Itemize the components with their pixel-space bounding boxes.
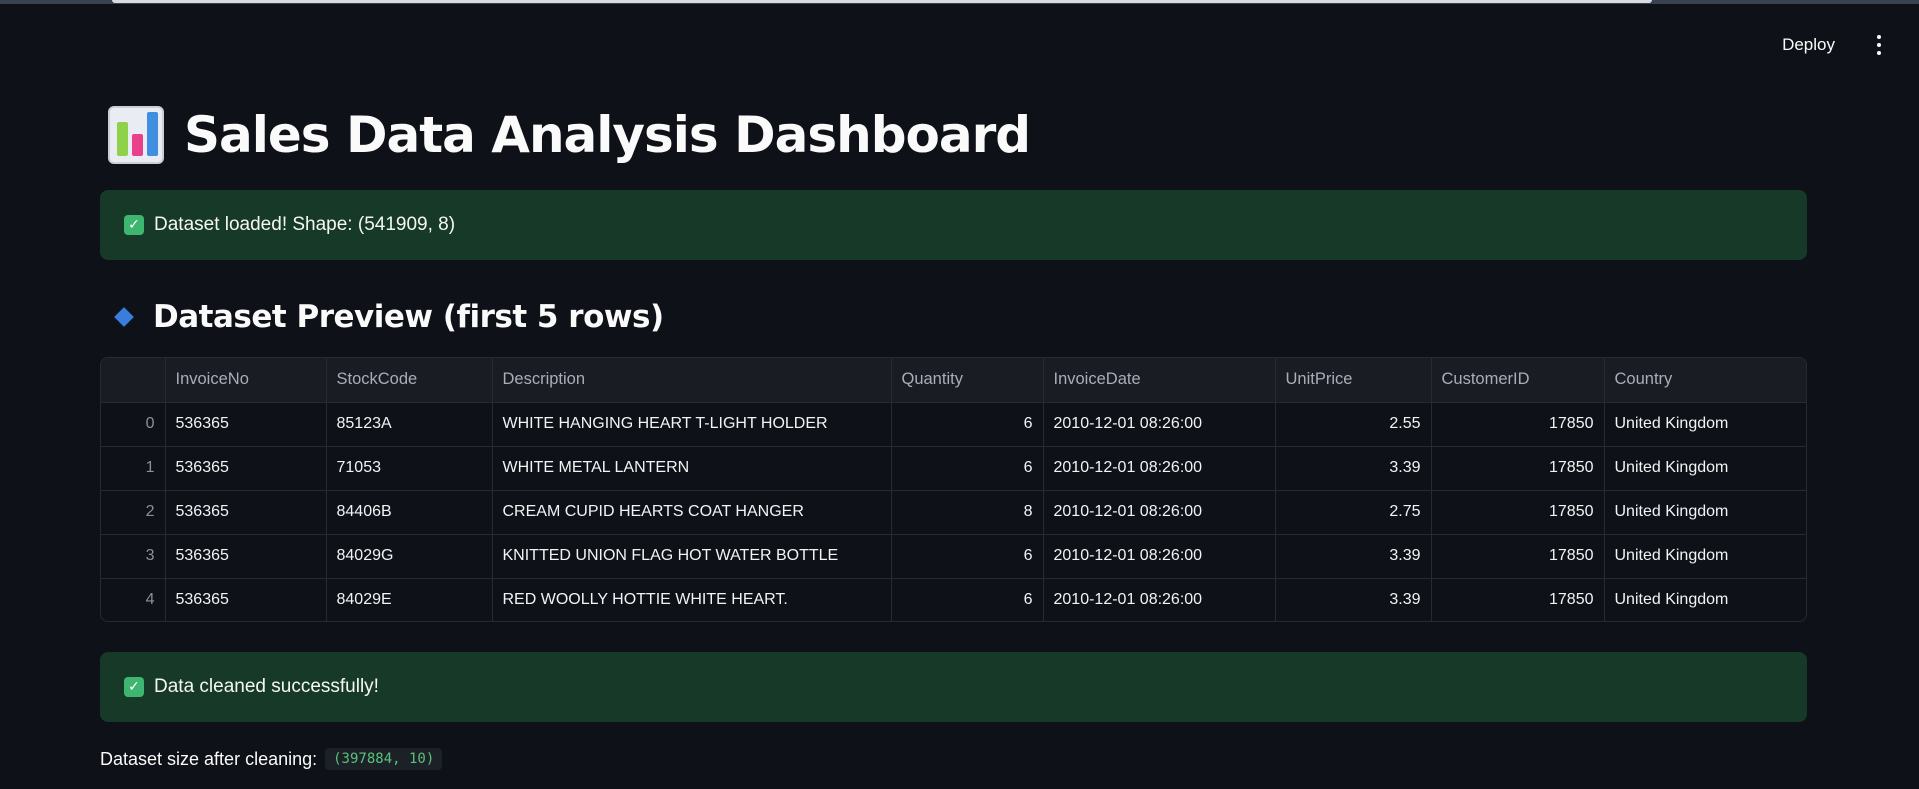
cell-country[interactable]: United Kingdom — [1604, 446, 1806, 491]
cell-invoicedate[interactable]: 2010-12-01 08:26:00 — [1043, 490, 1276, 535]
cell-stockcode[interactable]: 84029G — [326, 534, 493, 579]
cell-description[interactable]: WHITE HANGING HEART T-LIGHT HOLDER — [492, 402, 892, 447]
cell-country[interactable]: United Kingdom — [1604, 578, 1806, 621]
cell-invoiceno[interactable]: 536365 — [165, 534, 327, 579]
column-header-description[interactable]: Description — [492, 358, 892, 403]
cell-invoicedate[interactable]: 2010-12-01 08:26:00 — [1043, 578, 1276, 621]
dataframe-table[interactable]: InvoiceNo StockCode Description Quantity… — [100, 357, 1807, 622]
browser-address-bar-edge — [112, 0, 1652, 3]
alert-message: Data cleaned successfully! — [154, 676, 379, 697]
table-row[interactable]: 1 536365 71053 WHITE METAL LANTERN 6 201… — [101, 446, 1806, 491]
browser-address-strip — [0, 0, 1919, 4]
cell-country[interactable]: United Kingdom — [1604, 534, 1806, 579]
cell-description[interactable]: WHITE METAL LANTERN — [492, 446, 892, 491]
row-index: 4 — [101, 578, 166, 621]
deploy-button[interactable]: Deploy — [1770, 29, 1847, 61]
cell-customerid[interactable]: 17850 — [1431, 402, 1605, 447]
cell-invoicedate[interactable]: 2010-12-01 08:26:00 — [1043, 534, 1276, 579]
cell-unitprice[interactable]: 3.39 — [1275, 446, 1432, 491]
cell-invoiceno[interactable]: 536365 — [165, 490, 327, 535]
cell-description[interactable]: CREAM CUPID HEARTS COAT HANGER — [492, 490, 892, 535]
check-mark-icon: ✓ — [124, 215, 144, 235]
cell-description[interactable]: RED WOOLLY HOTTIE WHITE HEART. — [492, 578, 892, 621]
row-index: 3 — [101, 534, 166, 579]
cell-customerid[interactable]: 17850 — [1431, 534, 1605, 579]
cell-quantity[interactable]: 6 — [891, 578, 1044, 621]
cell-customerid[interactable]: 17850 — [1431, 446, 1605, 491]
page-title-text: Sales Data Analysis Dashboard — [184, 106, 1031, 164]
page-title: Sales Data Analysis Dashboard — [108, 100, 1031, 170]
cell-invoicedate[interactable]: 2010-12-01 08:26:00 — [1043, 446, 1276, 491]
kebab-menu-icon[interactable] — [1867, 30, 1891, 60]
cell-country[interactable]: United Kingdom — [1604, 402, 1806, 447]
cell-unitprice[interactable]: 3.39 — [1275, 534, 1432, 579]
cell-unitprice[interactable]: 2.75 — [1275, 490, 1432, 535]
cell-stockcode[interactable]: 84029E — [326, 578, 493, 621]
table-row[interactable]: 4 536365 84029E RED WOOLLY HOTTIE WHITE … — [101, 578, 1806, 621]
column-header-invoiceno[interactable]: InvoiceNo — [165, 358, 327, 403]
row-index: 1 — [101, 446, 166, 491]
row-index: 0 — [101, 402, 166, 447]
cell-customerid[interactable]: 17850 — [1431, 578, 1605, 621]
cell-stockcode[interactable]: 84406B — [326, 490, 493, 535]
check-mark-icon: ✓ — [124, 677, 144, 697]
cell-quantity[interactable]: 8 — [891, 490, 1044, 535]
cell-stockcode[interactable]: 71053 — [326, 446, 493, 491]
success-alert-loaded: ✓ Dataset loaded! Shape: (541909, 8) — [100, 190, 1807, 260]
alert-message: Dataset loaded! Shape: (541909, 8) — [154, 214, 456, 235]
dataset-size-caption: Dataset size after cleaning: (397884, 10… — [100, 744, 443, 774]
cell-invoiceno[interactable]: 536365 — [165, 402, 327, 447]
caption-label: Dataset size after cleaning: — [100, 748, 318, 769]
table-row[interactable]: 2 536365 84406B CREAM CUPID HEARTS COAT … — [101, 490, 1806, 535]
cell-quantity[interactable]: 6 — [891, 446, 1044, 491]
app-toolbar: Deploy — [1770, 22, 1919, 68]
success-alert-cleaned: ✓ Data cleaned successfully! — [100, 652, 1807, 722]
cell-unitprice[interactable]: 2.55 — [1275, 402, 1432, 447]
column-header-customerid[interactable]: CustomerID — [1431, 358, 1605, 403]
cell-customerid[interactable]: 17850 — [1431, 490, 1605, 535]
cell-quantity[interactable]: 6 — [891, 402, 1044, 447]
table-header-row: InvoiceNo StockCode Description Quantity… — [101, 358, 1806, 403]
column-header-quantity[interactable]: Quantity — [891, 358, 1044, 403]
inline-code-value: (397884, 10) — [325, 748, 443, 770]
row-index: 2 — [101, 490, 166, 535]
cell-quantity[interactable]: 6 — [891, 534, 1044, 579]
subheader-text: Dataset Preview (first 5 rows) — [153, 299, 664, 335]
column-header-stockcode[interactable]: StockCode — [326, 358, 493, 403]
cell-country[interactable]: United Kingdom — [1604, 490, 1806, 535]
cell-description[interactable]: KNITTED UNION FLAG HOT WATER BOTTLE — [492, 534, 892, 579]
bar-chart-icon — [108, 106, 164, 164]
cell-invoiceno[interactable]: 536365 — [165, 578, 327, 621]
cell-invoiceno[interactable]: 536365 — [165, 446, 327, 491]
cell-stockcode[interactable]: 85123A — [326, 402, 493, 447]
column-header-invoicedate[interactable]: InvoiceDate — [1043, 358, 1276, 403]
column-header-unitprice[interactable]: UnitPrice — [1275, 358, 1432, 403]
section-subheader: Dataset Preview (first 5 rows) — [114, 292, 664, 342]
blue-diamond-icon — [114, 307, 134, 327]
cell-unitprice[interactable]: 3.39 — [1275, 578, 1432, 621]
table-row[interactable]: 3 536365 84029G KNITTED UNION FLAG HOT W… — [101, 534, 1806, 579]
cell-invoicedate[interactable]: 2010-12-01 08:26:00 — [1043, 402, 1276, 447]
column-header-index[interactable] — [101, 358, 166, 403]
column-header-country[interactable]: Country — [1604, 358, 1806, 403]
table-row[interactable]: 0 536365 85123A WHITE HANGING HEART T-LI… — [101, 402, 1806, 447]
